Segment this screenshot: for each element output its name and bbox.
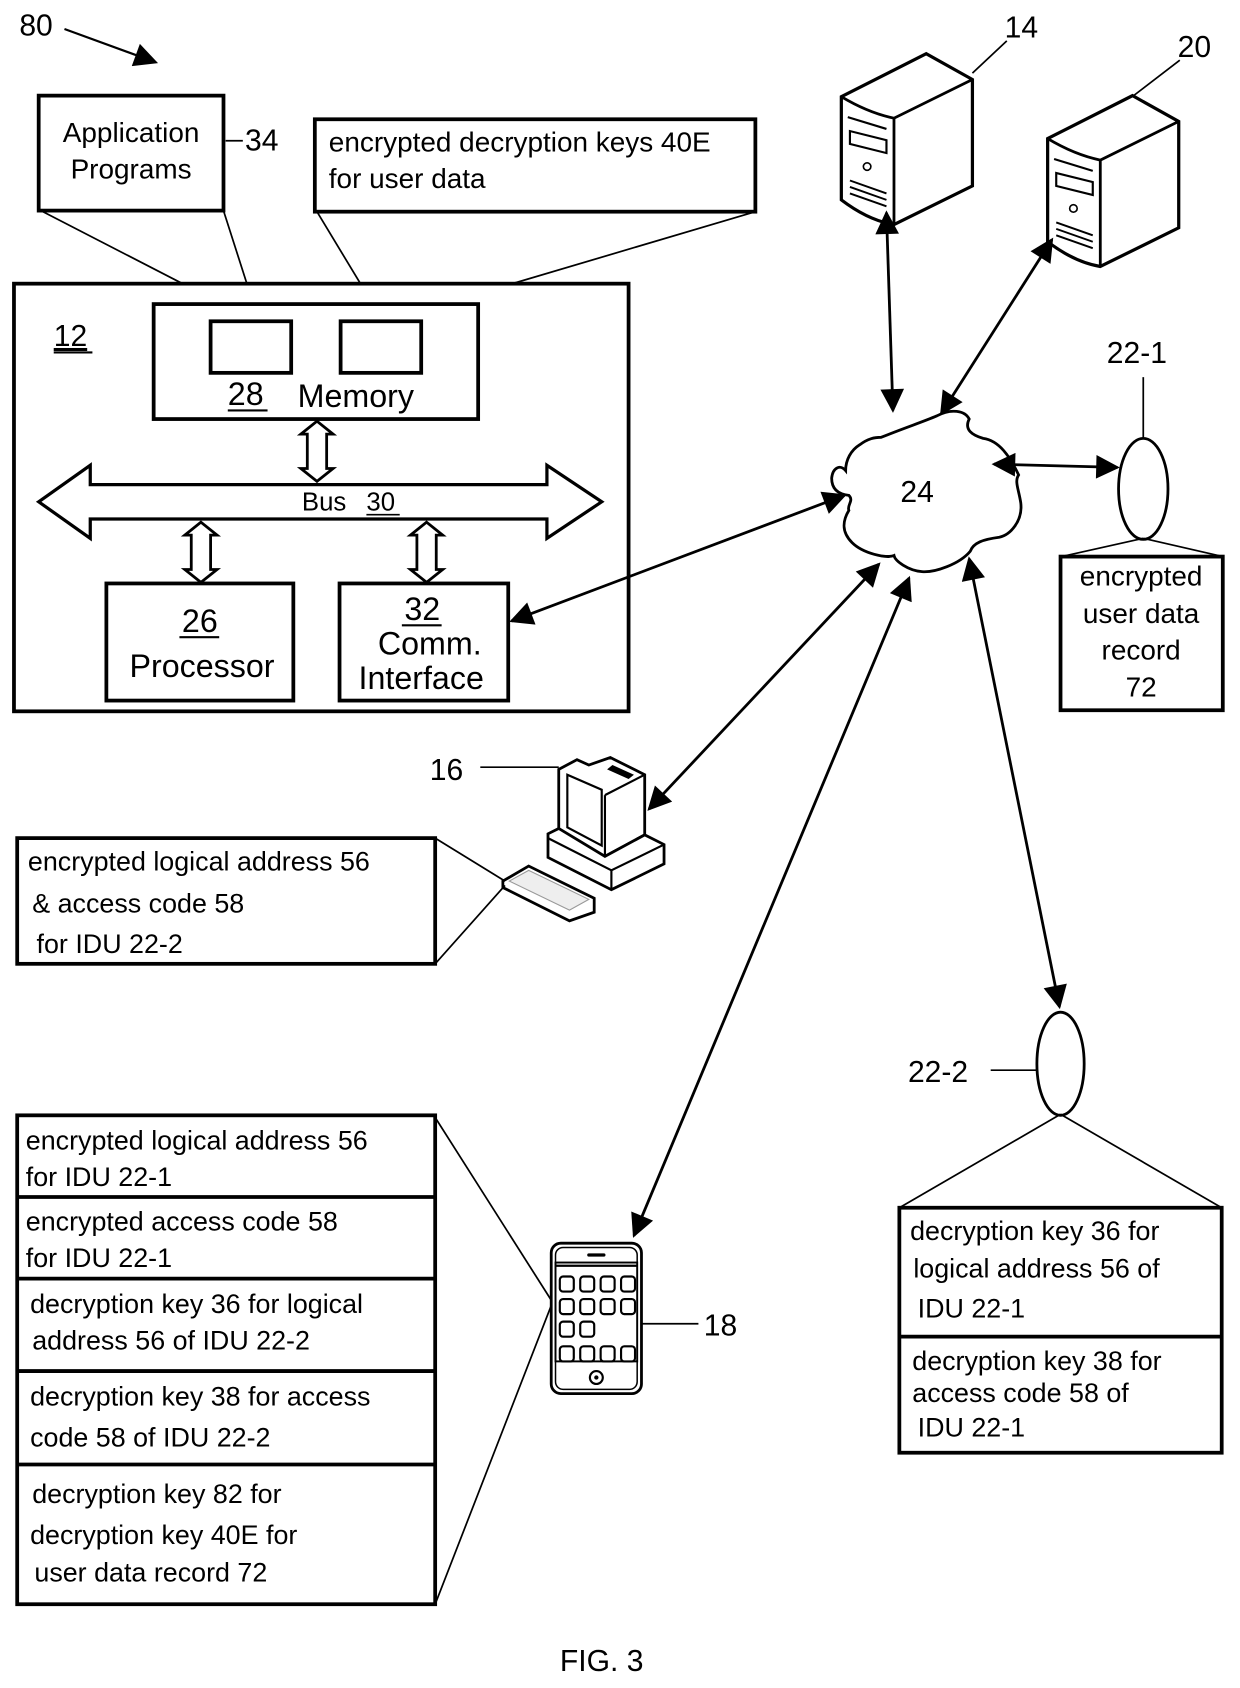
app-programs-line1: Application — [63, 117, 200, 148]
idu-22-2-box-line: IDU 22-1 — [918, 1293, 1025, 1323]
computer-box-line: encrypted logical address 56 — [28, 846, 370, 876]
app-icon — [619, 1297, 637, 1316]
app-icon — [579, 1320, 596, 1338]
idu-22-2-ref: 22-2 — [908, 1056, 968, 1089]
comm-label-line1: Comm. — [378, 625, 482, 661]
phone-box-line: decryption key 82 for — [32, 1479, 281, 1509]
record-line: user data — [1083, 598, 1200, 629]
phone-box-line: code 58 of IDU 22-2 — [30, 1422, 270, 1452]
app-icon — [558, 1275, 575, 1293]
app-icon — [558, 1320, 575, 1338]
app-icon — [599, 1345, 616, 1363]
computer-box-line: & access code 58 — [32, 888, 244, 918]
device-12: 12 28 Memory Bus 30 26 Processor 32 Comm… — [12, 281, 631, 714]
idu-22-2-box-line: logical address 56 of — [913, 1254, 1160, 1284]
memory-28: 28 Memory — [151, 302, 481, 421]
comm-label-line2: Interface — [359, 660, 484, 696]
idu-22-2-box-line: decryption key 36 for — [910, 1216, 1159, 1246]
computer-16-ref: 16 — [430, 754, 463, 787]
phone-box-line: encrypted access code 58 — [26, 1206, 338, 1236]
memory-label: Memory — [298, 378, 415, 414]
memory-ref: 28 — [228, 376, 264, 412]
comm-ref: 32 — [404, 591, 440, 627]
figure-caption: FIG. 3 — [560, 1645, 644, 1678]
phone-box-line: address 56 of IDU 22-2 — [32, 1326, 310, 1356]
phone-box-line: decryption key 40E for — [30, 1520, 297, 1550]
idu-22-2-data-box: decryption key 36 for logical address 56… — [897, 1205, 1224, 1455]
phone-box-line: for IDU 22-1 — [26, 1243, 172, 1273]
app-icon — [619, 1275, 637, 1293]
comm-interface-32: 32 Comm. Interface — [337, 581, 511, 703]
network-24: 24 — [830, 409, 1023, 574]
processor-26: 26 Processor — [104, 581, 296, 703]
idu-22-2: 22-2 — [898, 1010, 1223, 1209]
bus-ref: 30 — [366, 488, 395, 516]
app-icon — [558, 1345, 575, 1363]
idu-22-2-box-line: access code 58 of — [912, 1378, 1129, 1408]
bus-label: Bus — [302, 488, 346, 516]
app-icon — [558, 1297, 575, 1316]
encrypted-keys-line1: encrypted decryption keys 40E — [329, 127, 711, 158]
phone-18-data-box: encrypted logical address 56 for IDU 22-… — [15, 1113, 438, 1607]
link-idu22-2-network — [961, 556, 1067, 1010]
idu-22-2-box-line: IDU 22-1 — [918, 1413, 1025, 1443]
processor-ref: 26 — [182, 603, 218, 639]
app-icon — [619, 1345, 637, 1363]
memory-slot-app-programs — [208, 319, 294, 375]
idu-22-1-ref: 22-1 — [1107, 337, 1167, 370]
idu-22-2-box-line: decryption key 38 for — [912, 1346, 1161, 1376]
record-line: encrypted — [1080, 561, 1203, 592]
encrypted-keys-line2: for user data — [329, 163, 486, 194]
app-icon — [599, 1275, 616, 1293]
link-server20-network — [939, 237, 1054, 416]
server-14-ref: 14 — [1005, 12, 1038, 45]
phone-box-line: for IDU 22-1 — [26, 1162, 172, 1192]
device-12-ref: 12 — [54, 320, 87, 353]
phone-18: 18 — [434, 1117, 737, 1605]
app-programs-ref: 34 — [245, 124, 278, 157]
link-computer16-network — [647, 562, 881, 811]
system-ref-label: 80 — [19, 9, 52, 42]
phone-18-ref: 18 — [704, 1310, 737, 1343]
server-14 — [839, 51, 975, 227]
app-icon — [579, 1345, 596, 1363]
computer-16-data-box: encrypted logical address 56 & access co… — [15, 836, 438, 966]
computer-16: 16 — [430, 754, 666, 965]
system-ref-arrow — [64, 28, 159, 67]
app-programs-line2: Programs — [71, 153, 192, 184]
record-line: record — [1102, 635, 1181, 666]
record-line: 72 — [1126, 671, 1157, 702]
phone-box-line: decryption key 38 for access — [30, 1381, 370, 1411]
app-icon — [579, 1275, 596, 1293]
processor-label: Processor — [129, 648, 274, 684]
app-icon — [599, 1297, 616, 1316]
phone-box-line: decryption key 36 for logical — [30, 1289, 363, 1319]
network-24-ref: 24 — [900, 476, 933, 509]
memory-slot-encrypted-keys — [338, 319, 424, 375]
computer-box-line: for IDU 22-2 — [37, 929, 183, 959]
patent-figure: 80 Application Programs 34 encrypted dec… — [12, 9, 1225, 1678]
link-server14-network — [875, 210, 905, 413]
server-20-ref: 20 — [1178, 31, 1211, 64]
app-icon — [579, 1297, 596, 1316]
phone-box-line: encrypted logical address 56 — [26, 1126, 368, 1156]
server-20 — [1046, 93, 1181, 269]
phone-box-line: user data record 72 — [34, 1558, 267, 1588]
idu-22-1: 22-1 encrypted user data record 72 — [1058, 337, 1225, 713]
